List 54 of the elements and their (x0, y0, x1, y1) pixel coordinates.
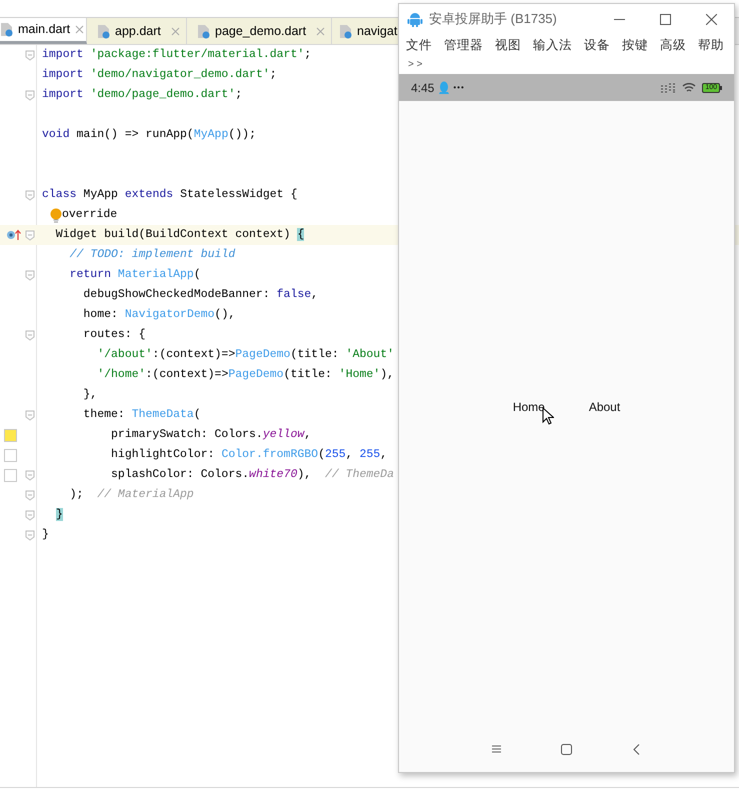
code-line: return MaterialApp( (68, 267, 201, 284)
code-line: ); // MaterialApp (68, 487, 194, 504)
nav-link-button[interactable]: Home (512, 398, 545, 416)
signal-icon (660, 82, 676, 92)
dart-file-icon (339, 24, 352, 38)
code-line: override (62, 207, 118, 224)
maximize-icon (660, 14, 670, 24)
code-line: import 'demo/page_demo.dart'; (42, 87, 242, 104)
status-time: 4:45 (411, 80, 434, 96)
code-line: highlightColor: Color.fromRGBO(255, 255, (110, 447, 388, 464)
status-dots: ••• (453, 82, 465, 94)
overflow-menu-button[interactable]: > > (408, 60, 422, 70)
menu-item[interactable]: 高级 (660, 37, 686, 53)
editor-tab[interactable]: page_demo.dart (187, 18, 332, 44)
wifi-icon (682, 82, 696, 93)
code-line: '/home':(context)=>PageDemo(title: 'Home'), (96, 367, 394, 384)
home-button[interactable] (558, 744, 574, 754)
menu-item[interactable]: 设备 (584, 37, 610, 53)
dart-file-icon (97, 24, 110, 38)
menu-item[interactable]: 输入法 (533, 37, 572, 53)
code-line: routes: { (82, 327, 146, 344)
menu-item[interactable]: 帮助 (698, 37, 724, 53)
editor-tab[interactable]: navigat (332, 18, 398, 44)
editor-tab[interactable]: main.dart (0, 18, 87, 44)
window-title: 安卓投屏助手 (B1735) (429, 10, 557, 28)
menu-item[interactable]: 视图 (495, 37, 521, 53)
code-line: import 'demo/navigator_demo.dart'; (42, 67, 277, 84)
square-icon (561, 744, 572, 754)
nav-link-button[interactable]: About (588, 398, 620, 416)
code-line: import 'package:flutter/material.dart'; (42, 47, 312, 64)
menu-item[interactable]: 管理器 (444, 37, 483, 53)
close-icon (706, 14, 716, 24)
android-icon (407, 11, 423, 27)
code-line: Widget build(BuildContext context) { (54, 227, 304, 244)
back-chevron-icon (633, 744, 640, 754)
dart-file-icon (0, 22, 13, 37)
dart-file-icon (197, 24, 210, 38)
menu-icon (492, 745, 501, 753)
code-line: void main() => runApp(MyApp()); (42, 127, 256, 144)
code-line: theme: ThemeData( (82, 407, 201, 424)
code-line: '/about':(context)=>PageDemo(title: 'About' (96, 347, 394, 364)
code-line: debugShowCheckedModeBanner: false, (82, 287, 318, 304)
menu-item[interactable]: 文件 (406, 37, 432, 53)
code-line: } (42, 527, 49, 544)
code-line: home: NavigatorDemo(), (82, 307, 236, 324)
code-line: primarySwatch: Colors.yellow, (110, 427, 312, 444)
code-line: class MyApp extends StatelessWidget { (42, 187, 298, 204)
override-marker-icon (6, 229, 22, 241)
menu-item[interactable]: 按键 (622, 37, 648, 53)
code-line: }, (82, 387, 98, 404)
editor-tab[interactable]: app.dart (87, 18, 187, 44)
penguin-icon (439, 81, 450, 94)
code-line: // TODO: implement build (68, 247, 236, 264)
code-line: splashColor: Colors.white70), // ThemeDa (110, 467, 394, 484)
